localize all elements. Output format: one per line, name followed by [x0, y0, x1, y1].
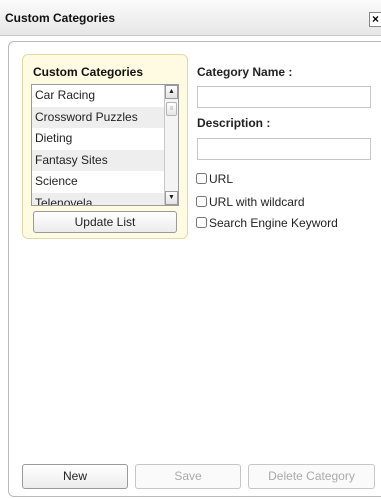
save-button[interactable]: Save — [135, 464, 241, 489]
description-field[interactable] — [197, 138, 371, 160]
scroll-up-icon[interactable]: ▲ — [165, 85, 178, 99]
close-icon[interactable]: × — [369, 12, 381, 27]
list-item[interactable]: Crossword Puzzles — [32, 106, 165, 128]
list-item[interactable]: Dieting — [32, 128, 165, 150]
list-scrollbar[interactable]: ▲ ≡ ▼ — [164, 85, 178, 205]
description-label: Description : — [197, 116, 271, 130]
title-bar: Custom Categories × — [0, 0, 381, 36]
list-item[interactable]: Science — [32, 171, 165, 193]
list-item[interactable]: Telenovela — [32, 192, 165, 205]
update-list-button[interactable]: Update List — [33, 211, 177, 233]
delete-category-button[interactable]: Delete Category — [248, 464, 375, 489]
search-engine-keyword-checkbox[interactable] — [196, 217, 207, 228]
categories-panel-title: Custom Categories — [33, 65, 144, 79]
scroll-thumb-grip-icon[interactable]: ≡ — [166, 102, 177, 116]
url-wildcard-checkbox-label: URL with wildcard — [209, 195, 305, 209]
url-checkbox[interactable] — [196, 173, 207, 184]
categories-list[interactable]: Car Racing Crossword Puzzles Dieting Fan… — [31, 84, 179, 206]
search-engine-keyword-checkbox-label: Search Engine Keyword — [209, 216, 338, 230]
categories-list-items: Car Racing Crossword Puzzles Dieting Fan… — [32, 85, 165, 205]
dialog-title: Custom Categories — [5, 11, 116, 25]
category-name-label: Category Name : — [197, 65, 293, 79]
scroll-down-icon[interactable]: ▼ — [165, 191, 178, 205]
url-checkbox-label: URL — [209, 172, 234, 186]
url-wildcard-checkbox[interactable] — [196, 196, 207, 207]
category-name-field[interactable] — [197, 86, 371, 108]
list-item[interactable]: Fantasy Sites — [32, 149, 165, 171]
list-item[interactable]: Car Racing — [32, 85, 165, 107]
new-button[interactable]: New — [22, 464, 128, 489]
